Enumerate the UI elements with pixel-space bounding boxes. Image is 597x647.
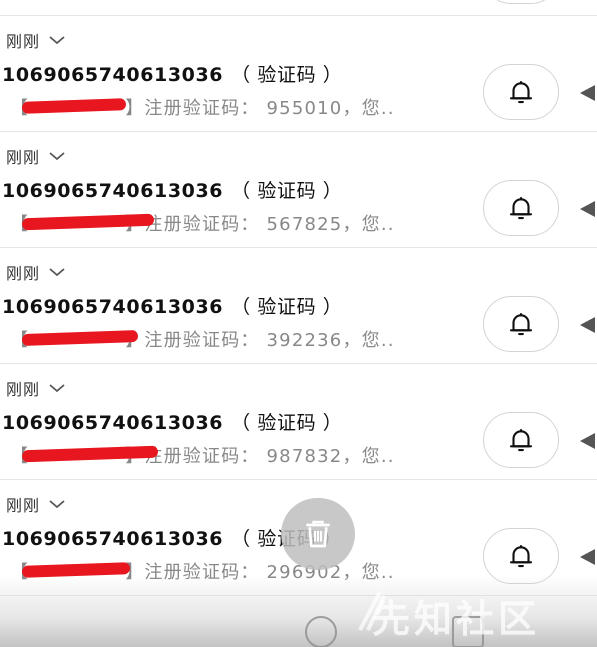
notify-button[interactable] bbox=[483, 412, 559, 468]
triangle-left-icon[interactable] bbox=[578, 198, 597, 220]
preview-text: 注册验证码： 955010，您.. bbox=[144, 98, 395, 119]
sender-number: 1069065740613036 bbox=[2, 64, 224, 86]
notify-button[interactable] bbox=[483, 0, 559, 4]
chevron-down-icon bbox=[49, 500, 65, 509]
sender-tag: （ 验证码 ） bbox=[231, 180, 343, 202]
bell-icon bbox=[509, 428, 533, 452]
message-preview: 【 】注册验证码： 794638，您.. bbox=[10, 0, 395, 4]
chevron-down-icon bbox=[49, 268, 65, 277]
message-item[interactable]: 1069065740613036（ 验证码 ） 【】注册验证码： 392236，… bbox=[0, 288, 597, 364]
sender-number: 1069065740613036 bbox=[2, 296, 224, 318]
triangle-left-icon[interactable] bbox=[578, 430, 597, 452]
message-item[interactable]: 1069065740613036（ 验证码 ） 【】注册验证码： 987832，… bbox=[0, 404, 597, 480]
time-header[interactable]: 刚刚 bbox=[6, 260, 66, 284]
sender-line: 1069065740613036 （ 验证码 ） bbox=[2, 176, 342, 203]
time-label: 刚刚 bbox=[6, 496, 41, 515]
bell-icon bbox=[509, 312, 533, 336]
chevron-down-icon bbox=[49, 384, 65, 393]
trash-icon bbox=[306, 520, 330, 548]
message-group: 刚刚 1069065740613036（ 验证码 ） 【】注册验证码： 7946… bbox=[0, 0, 597, 22]
sender-tag: （ 验证码 ） bbox=[231, 64, 343, 86]
time-header[interactable]: 刚刚 bbox=[6, 376, 66, 400]
message-item[interactable]: 1069065740613036（ 验证码 ） 【】注册验证码： 567825，… bbox=[0, 172, 597, 248]
chevron-down-icon bbox=[49, 152, 65, 161]
triangle-left-icon[interactable] bbox=[578, 546, 597, 568]
sender-line: 1069065740613036 （ 验证码 ） bbox=[2, 292, 342, 319]
delete-fab[interactable] bbox=[281, 498, 355, 570]
home-nav-button[interactable] bbox=[305, 616, 337, 647]
sender-line: 1069065740613036 （ 验证码 ） bbox=[2, 408, 342, 435]
time-label: 刚刚 bbox=[6, 32, 41, 51]
message-group: 刚刚 1069065740613036 （ 验证码 ） 【】注册验证码： 9550… bbox=[0, 22, 597, 138]
message-group: 刚刚 1069065740613036（ 验证码 ） 【】注册验证码： 5678… bbox=[0, 138, 597, 254]
message-item[interactable]: 1069065740613036（ 验证码 ） 【】注册验证码： 794638，… bbox=[0, 0, 597, 16]
notify-button[interactable] bbox=[483, 180, 559, 236]
bell-icon bbox=[509, 80, 533, 104]
notify-button[interactable] bbox=[483, 296, 559, 352]
preview-text: 注册验证码： 392236，您.. bbox=[144, 330, 395, 351]
notify-button[interactable] bbox=[483, 64, 559, 120]
bell-icon bbox=[509, 544, 533, 568]
time-label: 刚刚 bbox=[6, 264, 41, 283]
sender-number: 1069065740613036 bbox=[2, 528, 224, 550]
preview-text: 注册验证码： 567825，您.. bbox=[144, 214, 395, 235]
bracket-close: 】 bbox=[125, 0, 144, 3]
message-group: 刚刚 1069065740613036（ 验证码 ） 【】注册验证码： 9878… bbox=[0, 370, 597, 486]
message-item[interactable]: 1069065740613036 （ 验证码 ） 【】注册验证码： 955010，… bbox=[0, 56, 597, 132]
sender-number: 1069065740613036 bbox=[2, 180, 224, 202]
sender-tag: （ 验证码 ） bbox=[231, 296, 343, 318]
sender-number: 1069065740613036 bbox=[2, 412, 224, 434]
watermark-text: 先知社区 bbox=[372, 597, 541, 641]
sender-line: 1069065740613036 （ 验证码 ） bbox=[2, 60, 342, 87]
preview-text: 注册验证码： 794638，您.. bbox=[144, 0, 394, 3]
time-label: 刚刚 bbox=[6, 148, 41, 167]
preview-text: 注册验证码： 987832，您.. bbox=[144, 446, 395, 467]
sender-tag: （ 验证码 ） bbox=[231, 412, 343, 434]
triangle-left-icon[interactable] bbox=[578, 314, 597, 336]
time-header[interactable]: 刚刚 bbox=[6, 144, 66, 168]
message-group: 刚刚 1069065740613036（ 验证码 ） 【】注册验证码： 3922… bbox=[0, 254, 597, 370]
time-header[interactable]: 刚刚 bbox=[6, 492, 66, 516]
time-label: 刚刚 bbox=[6, 380, 41, 399]
bell-icon bbox=[509, 196, 533, 220]
chevron-down-icon bbox=[49, 36, 65, 45]
triangle-left-icon[interactable] bbox=[578, 82, 597, 104]
time-header[interactable]: 刚刚 bbox=[6, 28, 66, 52]
bracket-close: 】 bbox=[125, 98, 145, 119]
bracket-open: 【 bbox=[10, 0, 29, 3]
